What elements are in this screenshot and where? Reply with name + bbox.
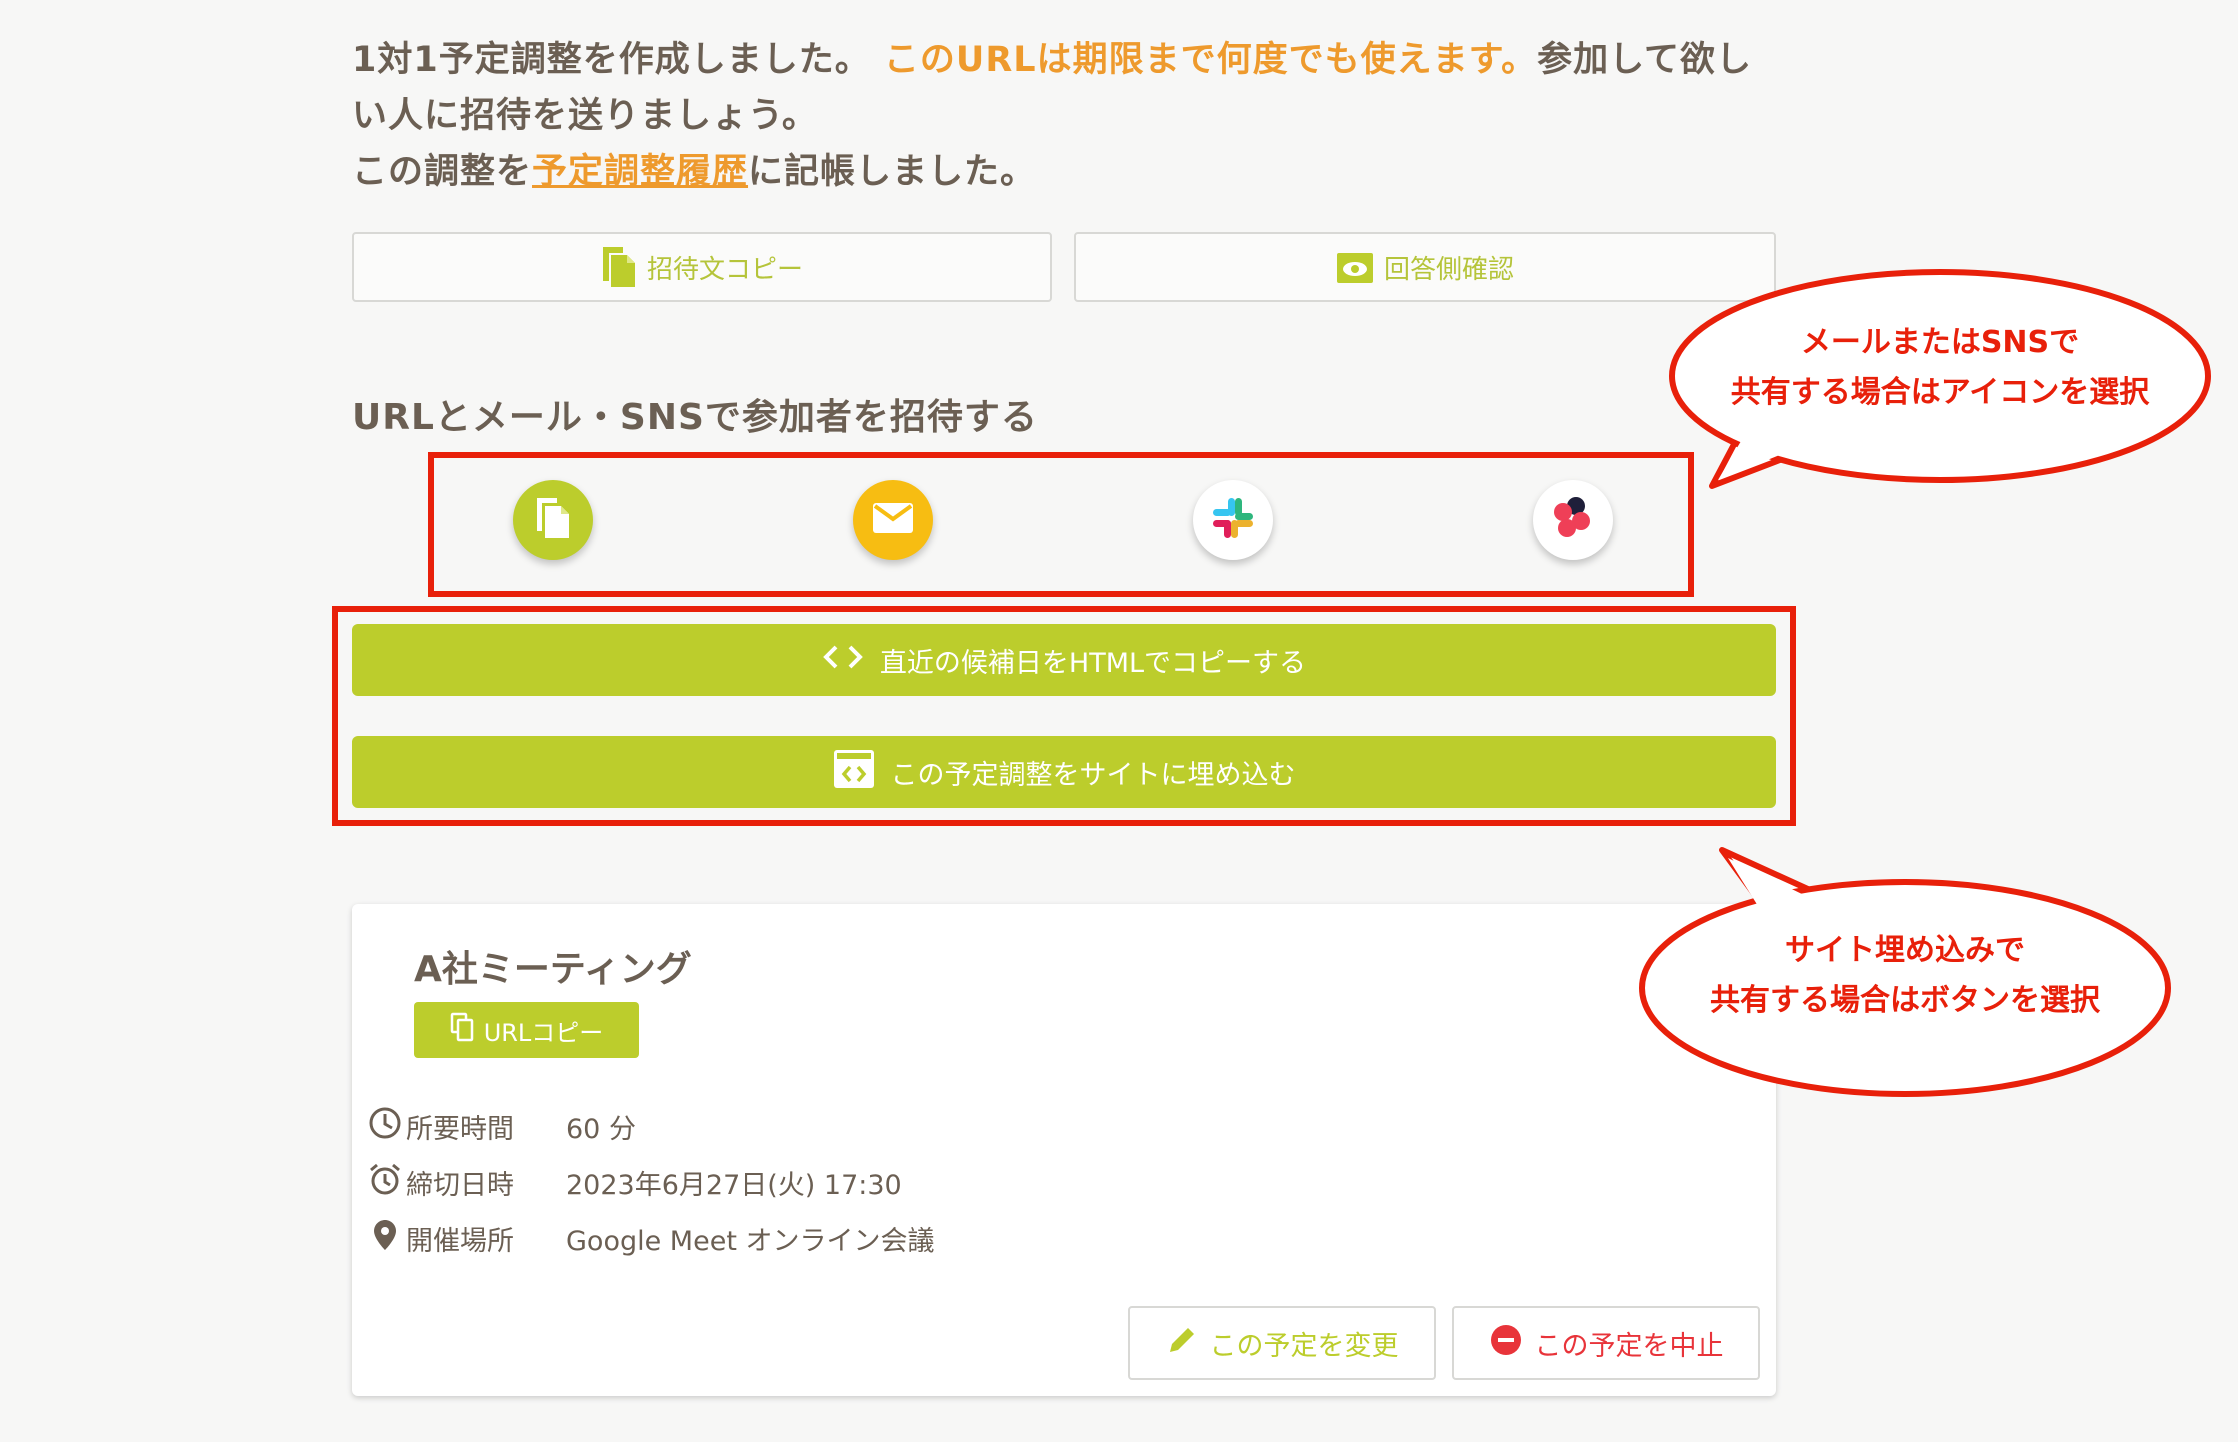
respondent-view-label: 回答側確認 [1383,254,1514,285]
edit-event-button[interactable]: この予定を変更 [1128,1306,1436,1380]
mail-icon [872,502,914,538]
slack-icon [1211,496,1255,544]
cancel-event-label: この予定を中止 [1534,1330,1724,1362]
deadline-label: 締切日時 [406,1169,514,1201]
slack-share-button[interactable] [1193,480,1273,560]
location-value: Google Meet オンライン会議 [566,1225,935,1257]
mail-share-button[interactable] [853,480,933,560]
embed-site-button[interactable]: この予定調整をサイトに埋め込む [352,736,1776,808]
location-label-wrap: 開催場所 [368,1218,566,1259]
history-suffix: に記帳しました。 [748,152,1037,192]
duration-label: 所要時間 [406,1113,514,1145]
intro-text: 1対1予定調整を作成しました。 [352,40,871,80]
pencil-icon [1166,1324,1198,1363]
intro-message: 1対1予定調整を作成しました。 このURLは期限まで何度でも使えます。参加して欲… [352,32,1772,200]
copy-invite-label: 招待文コピー [646,254,803,285]
minus-circle-icon [1489,1323,1523,1364]
icons-annotation-frame [428,452,1694,597]
history-link[interactable]: 予定調整履歴 [532,152,748,192]
duration-row: 所要時間 60 分 [368,1106,636,1146]
asana-share-button[interactable] [1533,480,1613,560]
eye-icon [1336,250,1374,284]
url-copy-label: URLコピー [483,1018,604,1047]
deadline-label-wrap: 締切日時 [368,1162,566,1203]
share-icons-callout-text: メールまたはSNSで 共有する場合はアイコンを選択 [1680,318,2200,418]
share-section-title: URLとメール・SNSで参加者を招待する [352,397,1038,438]
duration-label-wrap: 所要時間 [368,1106,566,1147]
clock-icon [368,1106,402,1147]
copy-invite-button[interactable]: 招待文コピー [352,232,1052,302]
intro-line-2: この調整を予定調整履歴に記帳しました。 [352,144,1772,200]
location-row: 開催場所 Google Meet オンライン会議 [368,1218,934,1258]
embed-site-label: この予定調整をサイトに埋め込む [890,759,1296,791]
edit-event-label: この予定を変更 [1209,1330,1399,1362]
deadline-row: 締切日時 2023年6月27日(火) 17:30 [368,1162,902,1202]
copy-icon [533,496,573,544]
alarm-clock-icon [368,1162,402,1203]
location-label: 開催場所 [406,1225,514,1257]
callout-2-line-1: サイト埋め込みで [1785,933,2025,968]
event-title: A社ミーティング [414,949,692,990]
copy-html-button[interactable]: 直近の候補日をHTMLでコピーする [352,624,1776,696]
url-copy-button[interactable]: URLコピー [414,1002,639,1058]
location-pin-icon [368,1218,402,1259]
copy-icon [601,245,637,289]
copy-icon [450,1012,476,1048]
duration-value: 60 分 [566,1113,636,1145]
embed-icon [833,749,875,796]
copy-html-label: 直近の候補日をHTMLでコピーする [879,647,1307,679]
callout-1-line-1: メールまたはSNSで [1800,325,2080,360]
callout-1-line-2: 共有する場合はアイコンを選択 [1730,375,2150,410]
callout-2-line-2: 共有する場合はボタンを選択 [1710,983,2100,1018]
code-icon [822,643,864,678]
embed-buttons-callout-text: サイト埋め込みで 共有する場合はボタンを選択 [1650,926,2160,1026]
copy-url-share-button[interactable] [513,480,593,560]
deadline-value: 2023年6月27日(火) 17:30 [566,1169,902,1201]
asana-icon [1549,494,1597,546]
cancel-event-button[interactable]: この予定を中止 [1452,1306,1760,1380]
intro-line-1: 1対1予定調整を作成しました。 このURLは期限まで何度でも使えます。参加して欲… [352,32,1772,144]
history-prefix: この調整を [352,152,533,192]
intro-highlight: このURLは期限まで何度でも使えます。 [883,40,1538,80]
